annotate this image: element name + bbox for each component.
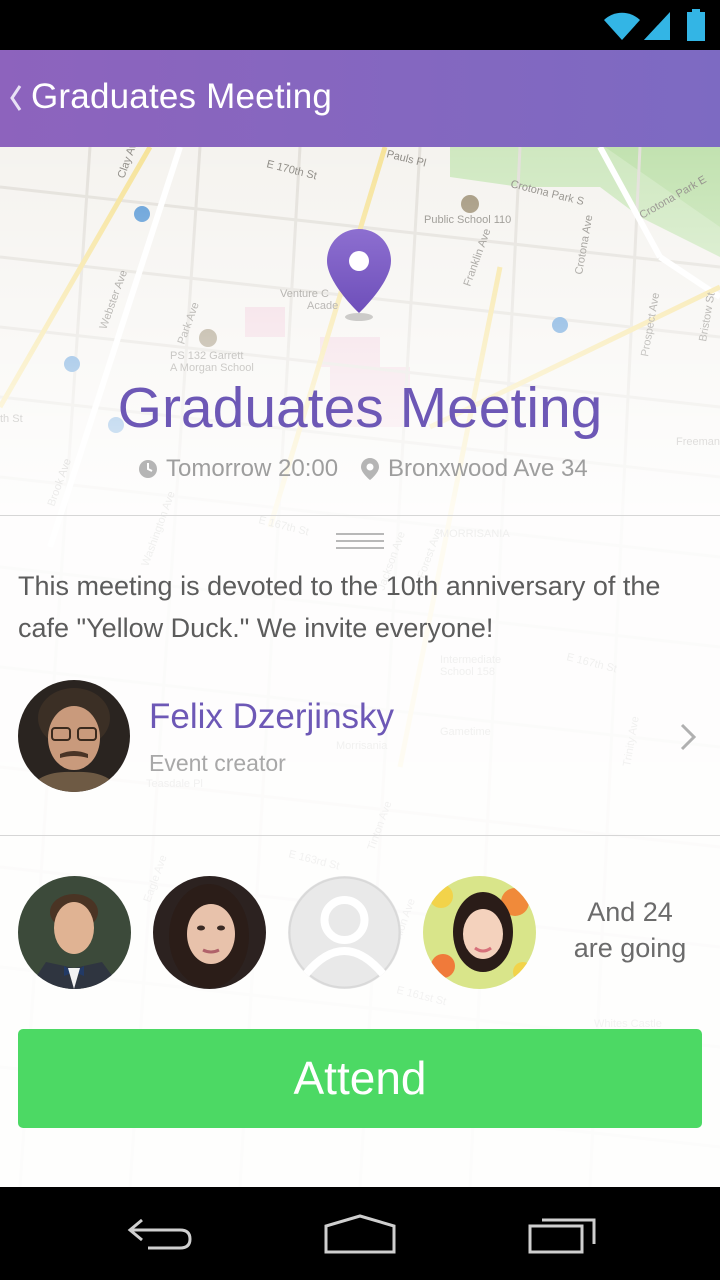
chevron-right-icon[interactable]	[678, 722, 698, 752]
creator-avatar[interactable]	[18, 680, 130, 792]
going-count-line1: And 24	[587, 897, 673, 927]
divider	[0, 515, 720, 516]
attendees-row: And 24 are going	[0, 876, 720, 989]
event-time: Tomorrow 20:00	[138, 452, 338, 486]
user-placeholder-icon	[288, 876, 401, 989]
cell-signal-icon	[644, 12, 670, 40]
navigation-bar	[0, 1187, 720, 1280]
app-bar: Graduates Meeting	[0, 50, 720, 147]
attendee-avatar[interactable]	[18, 876, 131, 989]
going-count[interactable]: And 24 are going	[556, 894, 704, 966]
event-title: Graduates Meeting	[117, 376, 603, 440]
event-time-text: Tomorrow 20:00	[166, 455, 339, 482]
going-count-line2: are going	[573, 933, 687, 963]
attendee-photo-woman-flowers	[423, 876, 536, 989]
creator-photo	[18, 680, 130, 792]
event-place-text: Bronxwood Ave 34	[388, 455, 588, 482]
creator-name[interactable]: Felix Dzerjinsky	[149, 697, 394, 737]
home-icon[interactable]	[322, 1212, 398, 1256]
clock-icon	[139, 460, 157, 478]
event-description: This meeting is devoted to the 10th anni…	[18, 571, 661, 643]
creator-row[interactable]: Felix Dzerjinsky Event creator	[0, 680, 720, 792]
attendee-avatar-placeholder[interactable]	[288, 876, 401, 989]
location-pin-icon	[327, 229, 391, 321]
status-bar	[0, 0, 720, 50]
event-place: Bronxwood Ave 34	[360, 452, 588, 486]
wifi-icon	[604, 12, 640, 41]
attendee-avatar[interactable]	[423, 876, 536, 989]
battery-icon	[687, 9, 705, 41]
attendee-avatar[interactable]	[153, 876, 266, 989]
chevron-left-icon[interactable]	[8, 78, 24, 118]
drag-handle-icon[interactable]	[336, 532, 384, 550]
location-pin-icon	[361, 458, 379, 480]
attendee-photo-man	[18, 876, 131, 989]
divider	[0, 835, 720, 836]
attendee-photo-woman	[153, 876, 266, 989]
app-bar-title: Graduates Meeting	[31, 77, 333, 116]
creator-role: Event creator	[149, 750, 286, 776]
attend-button[interactable]: Attend	[18, 1029, 702, 1128]
back-icon[interactable]	[126, 1212, 194, 1256]
recents-icon[interactable]	[526, 1212, 598, 1256]
